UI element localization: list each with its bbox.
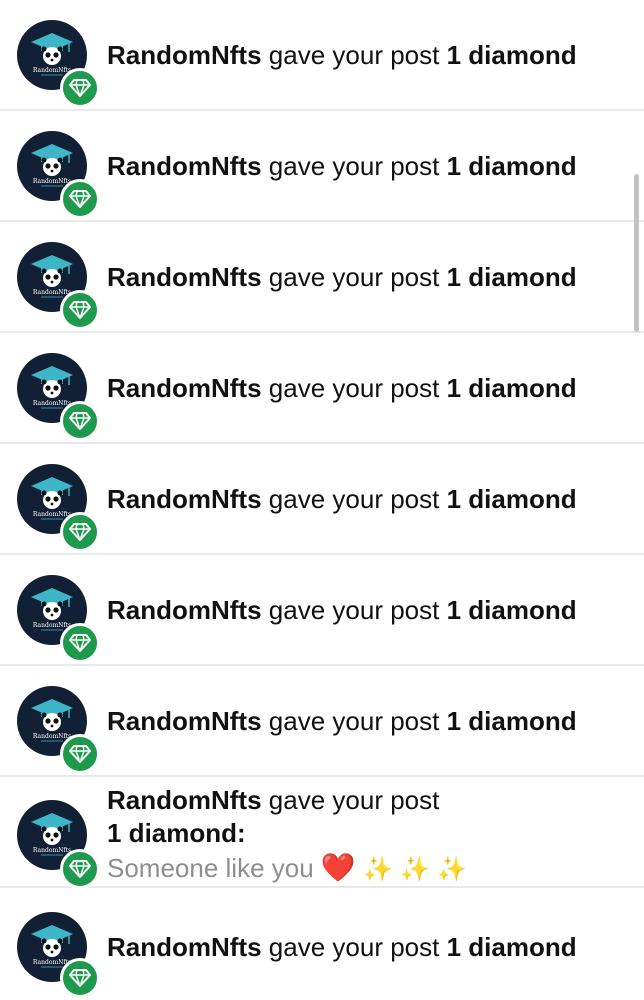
diamond-badge [60, 512, 100, 552]
red-heart-emoji-icon: ❤️ [320, 851, 356, 884]
comment-text: Someone like you ❤️ ✨ ✨ ✨ [107, 853, 467, 884]
sparkles-emoji-icon: ✨ [400, 855, 431, 883]
notification-item[interactable]: RandomNfts RandomNfts gave your post 1 d… [0, 444, 644, 555]
diamond-amount: 1 diamond [446, 151, 577, 181]
notification-text: RandomNfts gave your post 1 diamond [107, 595, 577, 625]
svg-text:RandomNfts: RandomNfts [33, 847, 71, 854]
diamond-badge [60, 849, 100, 889]
notification-text: RandomNfts gave your post 1 diamond [107, 40, 577, 70]
notification-list: RandomNfts RandomNfts gave your post 1 d… [0, 0, 644, 1000]
diamond-icon [69, 412, 91, 430]
diamond-badge [60, 623, 100, 663]
diamond-icon [69, 523, 91, 541]
action-text: gave your post [268, 595, 440, 625]
diamond-icon [69, 190, 91, 208]
diamond-badge [60, 401, 100, 441]
diamond-amount: 1 diamond [446, 262, 577, 292]
diamond-badge [60, 958, 100, 998]
diamond-amount: 1 diamond [446, 706, 577, 736]
username[interactable]: RandomNfts [107, 373, 262, 403]
sparkles-emoji-icon: ✨ [363, 855, 393, 883]
username[interactable]: RandomNfts [107, 262, 262, 292]
notification-text-line-2: 1 diamond: [107, 818, 246, 848]
diamond-badge [60, 290, 100, 330]
username[interactable]: RandomNfts [107, 932, 262, 962]
notification-item[interactable]: RandomNfts RandomNfts gave your post 1 d… [0, 555, 644, 666]
username[interactable]: RandomNfts [107, 151, 262, 181]
notification-item-with-comment[interactable]: RandomNfts RandomNfts gave your post 1 d… [0, 777, 644, 889]
diamond-badge [60, 734, 100, 774]
diamond-badge [60, 179, 100, 219]
diamond-icon [69, 969, 91, 987]
username[interactable]: RandomNfts [107, 595, 262, 625]
action-text: gave your post [268, 151, 440, 181]
action-text: gave your post [268, 40, 440, 70]
diamond-amount: 1 diamond [446, 932, 577, 962]
notification-text: RandomNfts gave your post 1 diamond [107, 151, 577, 181]
sparkles-emoji-icon: ✨ [437, 855, 468, 883]
action-text: gave your post [268, 484, 440, 514]
username[interactable]: RandomNfts [107, 706, 262, 736]
notification-item[interactable]: RandomNfts RandomNfts gave your post 1 d… [0, 222, 644, 333]
action-text: gave your post [268, 373, 440, 403]
diamond-icon [69, 745, 91, 763]
diamond-icon [69, 860, 91, 878]
diamond-icon [69, 79, 91, 97]
diamond-amount: 1 diamond [446, 595, 577, 625]
notification-text: RandomNfts gave your post 1 diamond [107, 484, 577, 514]
diamond-badge [60, 68, 100, 108]
diamond-amount: 1 diamond [446, 373, 577, 403]
diamond-icon [69, 301, 91, 319]
username[interactable]: RandomNfts [107, 785, 262, 815]
diamond-amount: 1 diamond: [107, 818, 246, 848]
notification-item[interactable]: RandomNfts RandomNfts gave your post 1 d… [0, 333, 644, 444]
action-text: gave your post [268, 706, 440, 736]
notification-text: RandomNfts gave your post 1 diamond [107, 932, 577, 962]
action-text: gave your post [268, 785, 440, 815]
notification-text: RandomNfts gave your post [107, 785, 439, 815]
notification-item[interactable]: RandomNfts RandomNfts gave your post 1 d… [0, 111, 644, 222]
notification-item[interactable]: RandomNfts RandomNfts gave your post 1 d… [0, 888, 644, 1000]
diamond-icon [69, 634, 91, 652]
username[interactable]: RandomNfts [107, 484, 262, 514]
username[interactable]: RandomNfts [107, 40, 262, 70]
action-text: gave your post [268, 262, 440, 292]
diamond-amount: 1 diamond [446, 484, 577, 514]
notification-text: RandomNfts gave your post 1 diamond [107, 373, 577, 403]
notification-item[interactable]: RandomNfts RandomNfts gave your post 1 d… [0, 0, 644, 111]
notification-item[interactable]: RandomNfts RandomNfts gave your post 1 d… [0, 666, 644, 777]
scrollbar[interactable] [634, 174, 639, 332]
action-text: gave your post [268, 932, 440, 962]
notification-text: RandomNfts gave your post 1 diamond [107, 262, 577, 292]
notification-text: RandomNfts gave your post 1 diamond [107, 706, 577, 736]
comment-body: Someone like you [107, 853, 314, 883]
diamond-amount: 1 diamond [446, 40, 577, 70]
